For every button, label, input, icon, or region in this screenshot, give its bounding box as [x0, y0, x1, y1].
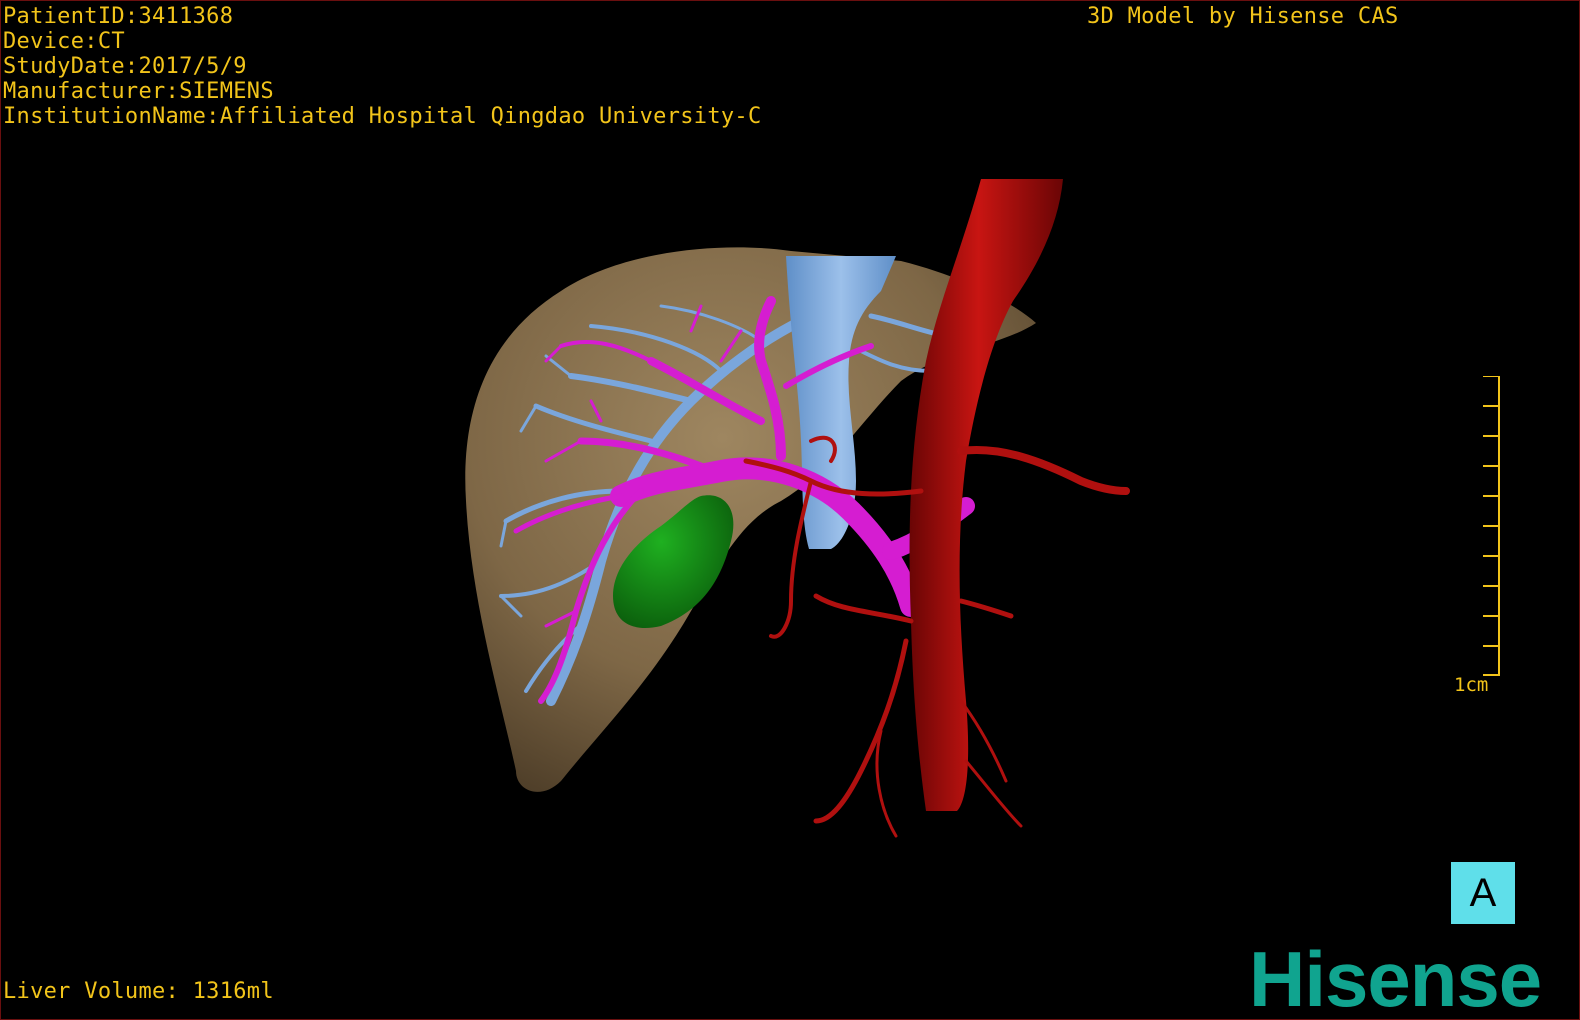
- orientation-button[interactable]: A: [1451, 862, 1515, 924]
- manufacturer-label: Manufacturer:SIEMENS: [3, 79, 274, 104]
- device-label: Device:CT: [3, 29, 125, 54]
- patient-id-label: PatientID:3411368: [3, 4, 234, 29]
- liver-3d-model[interactable]: [1, 1, 1580, 1020]
- study-date-label: StudyDate:2017/5/9: [3, 54, 247, 79]
- hisense-logo: Hisense: [1249, 935, 1542, 1020]
- scale-bar: [1483, 376, 1500, 676]
- model-credit-label: 3D Model by Hisense CAS: [1087, 4, 1399, 29]
- institution-label: InstitutionName:Affiliated Hospital Qing…: [3, 104, 762, 129]
- scale-label: 1cm: [1454, 674, 1489, 696]
- liver-volume-label: Liver Volume: 1316ml: [3, 979, 274, 1004]
- 3d-viewer-viewport[interactable]: PatientID:3411368 Device:CT StudyDate:20…: [0, 0, 1580, 1020]
